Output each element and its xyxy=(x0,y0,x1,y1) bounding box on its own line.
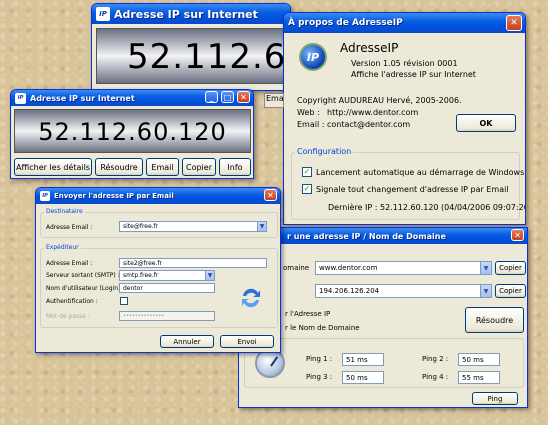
ping-button[interactable]: Ping xyxy=(472,392,518,405)
maximize-icon[interactable]: □ xyxy=(221,91,234,103)
email-dialog: IP Envoyer l'adresse IP par Email ✕ Dest… xyxy=(35,187,281,353)
email-button[interactable]: Email xyxy=(146,158,179,176)
ping2-value: 50 ms xyxy=(458,353,500,366)
sender-email-input[interactable]: site2@free.fr xyxy=(119,258,267,268)
recipient-email-input[interactable]: site@free.fr ▼ xyxy=(119,221,267,232)
info-button[interactable]: Info xyxy=(219,158,251,176)
app-icon: IP xyxy=(15,92,26,104)
auth-checkbox[interactable] xyxy=(120,297,128,305)
titlebar[interactable]: IP Adresse IP sur Internet _ □ ✕ xyxy=(11,90,253,106)
notify-checkbox[interactable]: ✓ xyxy=(302,184,312,194)
about-description: Affiche l'adresse IP sur Internet xyxy=(351,70,476,79)
ip-address-text: 52.112.60.120 xyxy=(38,118,227,146)
ping2-value-text: 50 ms xyxy=(462,355,484,364)
main-window: IP Adresse IP sur Internet _ □ ✕ 52.112.… xyxy=(10,89,254,179)
titlebar[interactable]: IP Envoyer l'adresse IP par Email ✕ xyxy=(36,188,280,204)
minimize-icon[interactable]: _ xyxy=(205,91,218,103)
ip-address-text: 52.112.60 xyxy=(127,37,291,77)
resolve-button[interactable]: Résoudre xyxy=(95,158,143,176)
titlebar[interactable]: r une adresse IP / Nom de Domaine ✕ xyxy=(239,228,527,244)
radio-domain-label[interactable]: r le Nom de Domaine xyxy=(285,324,360,332)
sender-email-label: Adresse Email : xyxy=(46,260,93,267)
about-copyright: Copyright AUDUREAU Hervé, 2005-2006. xyxy=(297,96,462,105)
copy-domain-button[interactable]: Copier xyxy=(495,261,526,275)
ping4-label: Ping 4 : xyxy=(422,373,449,381)
window-title: Adresse IP sur Internet xyxy=(114,7,258,21)
ping3-value-text: 50 ms xyxy=(346,373,368,382)
about-app-name: AdresseIP xyxy=(340,41,399,55)
password-value: •••••••••••••• xyxy=(123,313,165,319)
send-button[interactable]: Envoi xyxy=(220,335,274,348)
sender-email-value: site2@free.fr xyxy=(123,259,162,267)
about-version: Version 1.05 révision 0001 xyxy=(351,59,458,68)
login-label: Nom d'utilisateur (Login) : xyxy=(46,285,125,292)
window-title: Envoyer l'adresse IP par Email xyxy=(54,192,174,200)
ping1-value-text: 51 ms xyxy=(346,355,368,364)
close-icon[interactable]: ✕ xyxy=(237,91,250,103)
ping1-value: 51 ms xyxy=(342,353,384,366)
last-ip-text: Dernière IP : 52.112.60.120 (04/04/2006 … xyxy=(328,203,526,212)
about-email-label: Email : xyxy=(297,120,325,129)
sender-group-label: Expéditeur xyxy=(44,244,81,251)
main-window-large: IP Adresse IP sur Internet 52.112.60 xyxy=(91,3,291,91)
window-title: r une adresse IP / Nom de Domaine xyxy=(287,231,446,241)
chevron-down-icon[interactable]: ▼ xyxy=(205,271,214,280)
window-title: Adresse IP sur Internet xyxy=(30,93,135,103)
login-value: dentor xyxy=(123,284,143,292)
ping1-label: Ping 1 : xyxy=(306,355,333,363)
details-button[interactable]: Afficher les détails xyxy=(14,158,92,176)
resolve-window: r une adresse IP / Nom de Domaine ✕ omai… xyxy=(238,227,528,408)
chevron-down-icon[interactable]: ▼ xyxy=(480,285,491,297)
ip-input[interactable]: 194.206.126.204 ▼ xyxy=(315,284,492,298)
close-icon[interactable]: ✕ xyxy=(511,229,524,241)
about-web-link[interactable]: http://www.dentor.com xyxy=(327,108,418,117)
radio-ip-label[interactable]: r l'Adresse IP xyxy=(285,310,330,318)
auth-label: Authentification : xyxy=(46,298,98,305)
notify-label: Signale tout changement d'adresse IP par… xyxy=(316,185,509,194)
ping4-value-text: 55 ms xyxy=(462,373,484,382)
cancel-button[interactable]: Annuler xyxy=(160,335,214,348)
recipient-email-value: site@free.fr xyxy=(123,223,159,230)
resolve-button[interactable]: Résoudre xyxy=(465,307,524,333)
ip-value: 194.206.126.204 xyxy=(319,287,380,295)
recipient-group-label: Destinataire xyxy=(44,208,85,215)
window-title: À propos de AdresseIP xyxy=(288,18,403,28)
titlebar[interactable]: À propos de AdresseIP ✕ xyxy=(284,13,525,33)
domain-label: omaine xyxy=(283,264,310,272)
ping2-label: Ping 2 : xyxy=(422,355,449,363)
smtp-value: smtp.free.fr xyxy=(123,272,159,279)
password-input[interactable]: •••••••••••••• xyxy=(119,311,215,321)
autostart-checkbox[interactable]: ✓ xyxy=(302,167,312,177)
ip-display: 52.112.60 xyxy=(96,28,291,84)
ping3-value: 50 ms xyxy=(342,371,384,384)
ping3-label: Ping 3 : xyxy=(306,373,333,381)
login-input[interactable]: dentor xyxy=(119,283,215,293)
close-icon[interactable]: ✕ xyxy=(506,15,522,31)
titlebar[interactable]: IP Adresse IP sur Internet xyxy=(92,4,290,24)
copy-button[interactable]: Copier xyxy=(182,158,216,176)
about-window: À propos de AdresseIP ✕ IP AdresseIP Ver… xyxy=(283,12,526,225)
password-label: Mot de passe : xyxy=(46,313,90,320)
recipient-email-label: Adresse Email : xyxy=(46,224,93,231)
smtp-label: Serveur sortant (SMTP) : xyxy=(46,272,120,279)
about-web-label: Web : xyxy=(297,108,320,117)
domain-value: www.dentor.com xyxy=(319,264,378,272)
send-email-icon xyxy=(239,286,263,310)
close-icon[interactable]: ✕ xyxy=(264,189,277,201)
tab-email-partial[interactable]: Ema xyxy=(264,93,284,108)
ping4-value: 55 ms xyxy=(458,371,500,384)
chevron-down-icon[interactable]: ▼ xyxy=(480,262,491,274)
autostart-label: Lancement automatique au démarrage de Wi… xyxy=(316,168,525,177)
ok-button[interactable]: OK xyxy=(456,114,516,132)
smtp-input[interactable]: smtp.free.fr ▼ xyxy=(119,270,215,281)
domain-input[interactable]: www.dentor.com ▼ xyxy=(315,261,492,275)
about-email-link[interactable]: contact@dentor.com xyxy=(327,120,410,129)
ip-display: 52.112.60.120 xyxy=(14,109,251,153)
app-logo-icon: IP xyxy=(299,43,327,71)
config-group-label: Configuration xyxy=(295,147,354,156)
chevron-down-icon[interactable]: ▼ xyxy=(257,222,266,231)
app-icon: IP xyxy=(96,7,110,21)
app-icon: IP xyxy=(40,191,50,201)
copy-ip-button[interactable]: Copier xyxy=(495,284,526,298)
